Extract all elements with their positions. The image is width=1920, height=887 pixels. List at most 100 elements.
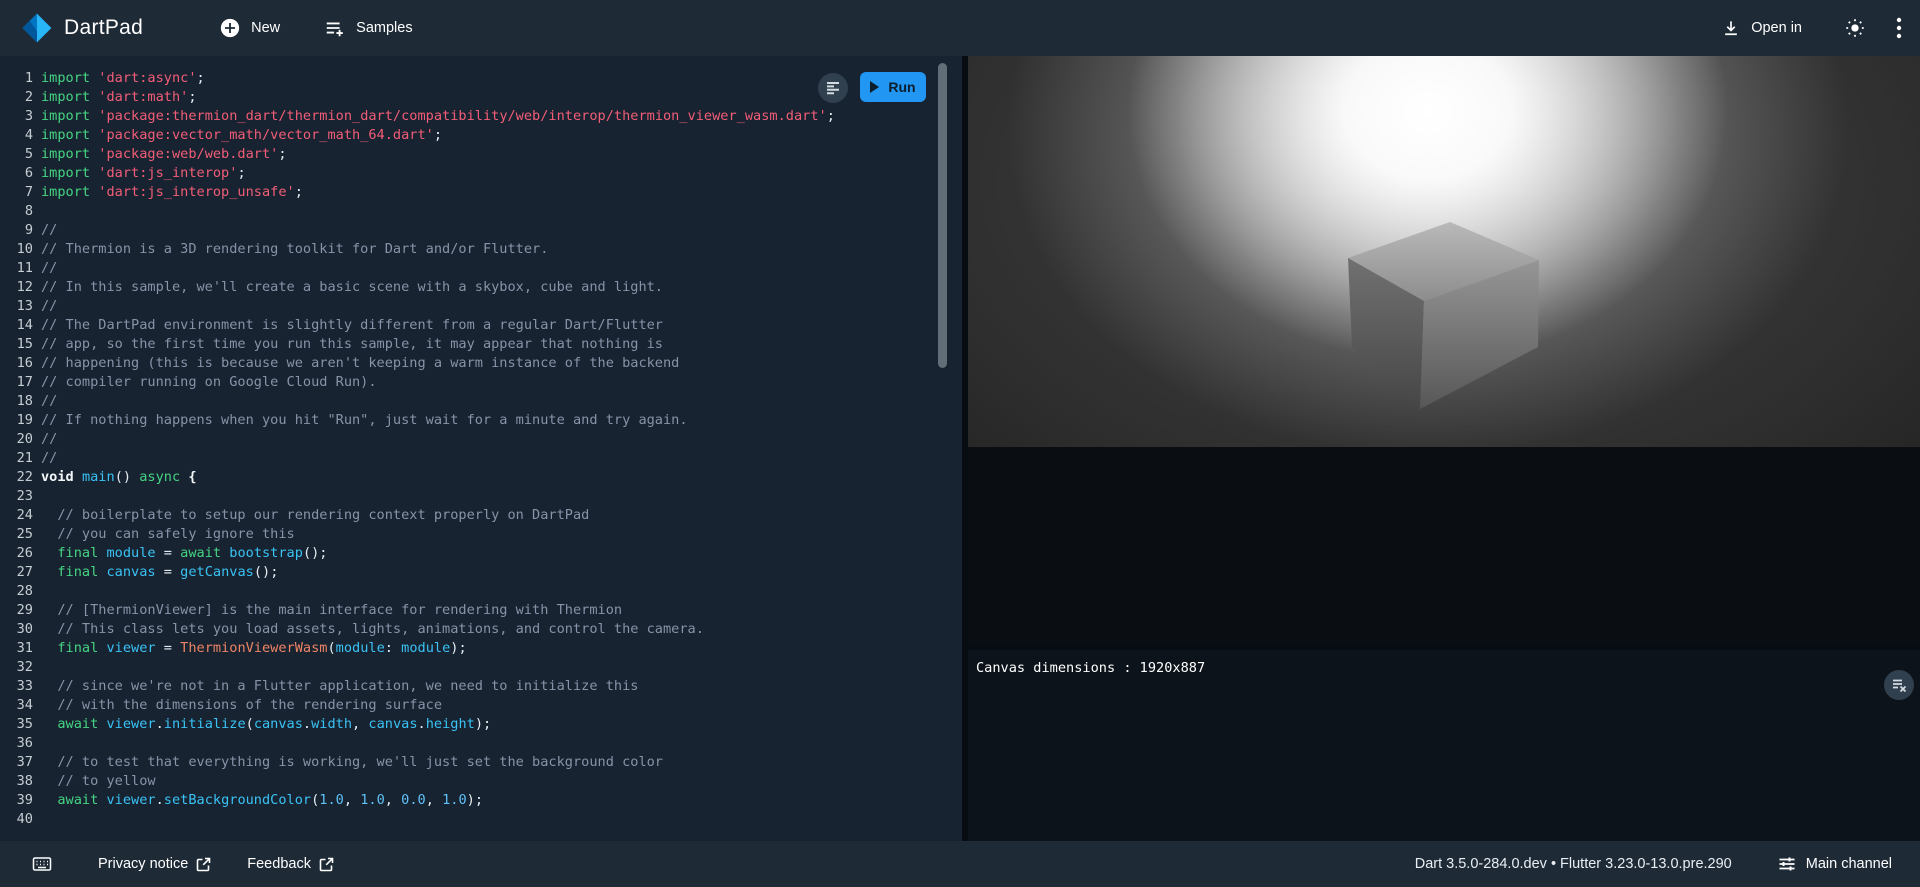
line-number: 27 (0, 563, 33, 582)
line-number: 35 (0, 715, 33, 734)
line-number: 29 (0, 601, 33, 620)
code-line: 16// happening (this is because we aren'… (0, 354, 962, 373)
line-number: 4 (0, 126, 33, 145)
clear-console-icon (1891, 677, 1907, 693)
code-line: 23 (0, 487, 962, 506)
app-title: DartPad (64, 16, 143, 40)
external-link-icon (196, 857, 211, 872)
code-line: 13// (0, 297, 962, 316)
line-number: 12 (0, 278, 33, 297)
samples-button[interactable]: Samples (324, 17, 412, 39)
clear-console-button[interactable] (1884, 670, 1914, 700)
line-number: 28 (0, 582, 33, 601)
new-button[interactable]: New (219, 17, 280, 39)
privacy-notice-label: Privacy notice (98, 856, 188, 872)
line-number: 20 (0, 430, 33, 449)
line-number: 33 (0, 677, 33, 696)
tune-icon (1778, 855, 1796, 873)
line-number: 6 (0, 164, 33, 183)
status-bar: Privacy notice Feedback Dart 3.5.0-284.0… (0, 841, 1920, 887)
code-editor[interactable]: 1import 'dart:async';2import 'dart:math'… (0, 56, 962, 841)
code-line: 4import 'package:vector_math/vector_math… (0, 126, 962, 145)
code-line: 32 (0, 658, 962, 677)
line-number: 24 (0, 506, 33, 525)
feedback-link[interactable]: Feedback (247, 856, 334, 872)
line-number: 26 (0, 544, 33, 563)
line-number: 19 (0, 411, 33, 430)
code-line: 5import 'package:web/web.dart'; (0, 145, 962, 164)
line-number: 13 (0, 297, 33, 316)
code-line: 40 (0, 810, 962, 829)
code-line: 38 // to yellow (0, 772, 962, 791)
format-button[interactable] (818, 73, 848, 103)
format-icon (825, 80, 841, 96)
line-number: 7 (0, 183, 33, 202)
dart-logo-icon (22, 13, 52, 43)
line-number: 1 (0, 69, 33, 88)
playlist-add-icon (324, 17, 346, 39)
code-line: 26 final module = await bootstrap(); (0, 544, 962, 563)
line-number: 40 (0, 810, 33, 829)
console-panel: Canvas dimensions : 1920x887 (968, 650, 1920, 841)
cube-3d (1338, 216, 1548, 416)
code-line: 9// (0, 221, 962, 240)
code-line: 15// app, so the first time you run this… (0, 335, 962, 354)
code-line: 39 await viewer.setBackgroundColor(1.0, … (0, 791, 962, 810)
add-circle-icon (219, 17, 241, 39)
line-number: 17 (0, 373, 33, 392)
download-icon (1721, 18, 1741, 38)
main-split: 1import 'dart:async';2import 'dart:math'… (0, 56, 1920, 841)
code-line: 3import 'package:thermion_dart/thermion_… (0, 107, 962, 126)
keyboard-icon[interactable] (32, 855, 52, 873)
external-link-icon (319, 857, 334, 872)
new-button-label: New (251, 20, 280, 36)
line-number: 32 (0, 658, 33, 677)
code-line: 24 // boilerplate to setup our rendering… (0, 506, 962, 525)
code-line: 20// (0, 430, 962, 449)
code-lines: 1import 'dart:async';2import 'dart:math'… (0, 69, 962, 829)
code-line: 12// In this sample, we'll create a basi… (0, 278, 962, 297)
top-app-bar: DartPad New Samples Open in (0, 0, 1920, 56)
line-number: 22 (0, 468, 33, 487)
line-number: 2 (0, 88, 33, 107)
line-number: 38 (0, 772, 33, 791)
line-number: 14 (0, 316, 33, 335)
code-line: 19// If nothing happens when you hit "Ru… (0, 411, 962, 430)
code-line: 21// (0, 449, 962, 468)
code-line: 18// (0, 392, 962, 411)
feedback-label: Feedback (247, 856, 311, 872)
line-number: 30 (0, 620, 33, 639)
line-number: 34 (0, 696, 33, 715)
channel-label: Main channel (1806, 856, 1892, 872)
code-line: 34 // with the dimensions of the renderi… (0, 696, 962, 715)
code-line: 6import 'dart:js_interop'; (0, 164, 962, 183)
line-number: 21 (0, 449, 33, 468)
code-line: 17// compiler running on Google Cloud Ru… (0, 373, 962, 392)
line-number: 8 (0, 202, 33, 221)
editor-scrollbar-thumb[interactable] (938, 63, 947, 368)
code-line: 11// (0, 259, 962, 278)
line-number: 15 (0, 335, 33, 354)
code-line: 29 // [ThermionViewer] is the main inter… (0, 601, 962, 620)
run-button[interactable]: Run (860, 72, 926, 102)
samples-button-label: Samples (356, 20, 412, 36)
line-number: 5 (0, 145, 33, 164)
open-in-button[interactable]: Open in (1721, 18, 1802, 38)
code-line: 8 (0, 202, 962, 221)
code-line: 10// Thermion is a 3D rendering toolkit … (0, 240, 962, 259)
line-number: 11 (0, 259, 33, 278)
line-number: 31 (0, 639, 33, 658)
line-number: 9 (0, 221, 33, 240)
brightness-toggle-icon[interactable] (1844, 17, 1866, 39)
line-number: 25 (0, 525, 33, 544)
code-line: 7import 'dart:js_interop_unsafe'; (0, 183, 962, 202)
channel-selector[interactable]: Main channel (1778, 855, 1892, 873)
overflow-menu-icon[interactable] (1896, 17, 1902, 39)
dartpad-app: DartPad New Samples Open in (0, 0, 1920, 887)
code-line: 27 final canvas = getCanvas(); (0, 563, 962, 582)
code-line: 28 (0, 582, 962, 601)
render-canvas (968, 56, 1920, 644)
line-number: 18 (0, 392, 33, 411)
privacy-notice-link[interactable]: Privacy notice (98, 856, 211, 872)
code-line: 25 // you can safely ignore this (0, 525, 962, 544)
